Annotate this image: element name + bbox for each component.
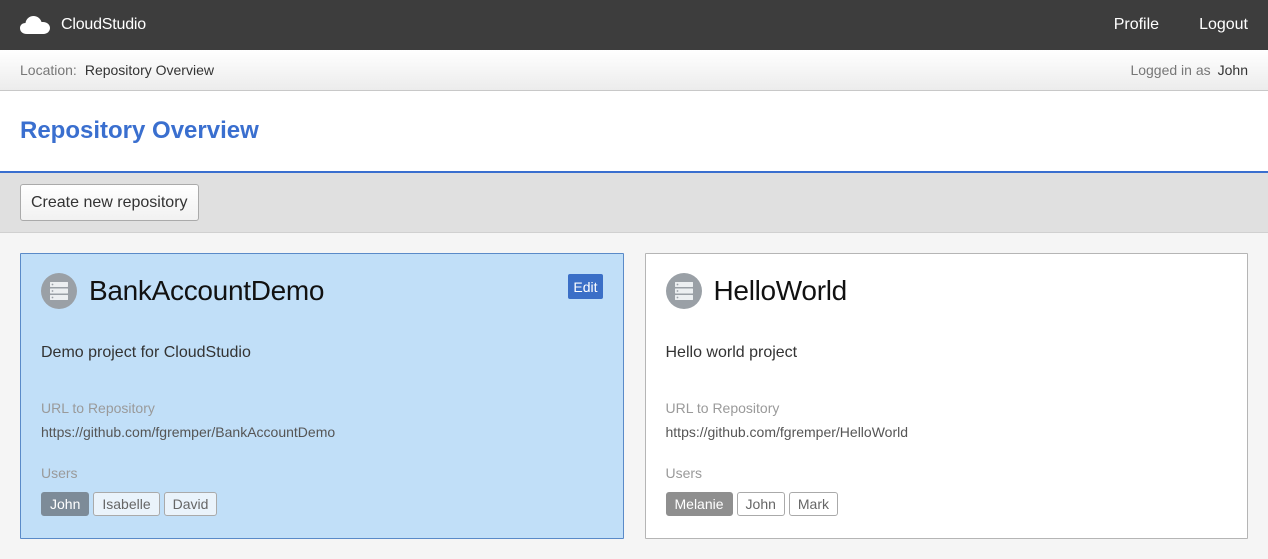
repository-name: BankAccountDemo <box>89 275 325 306</box>
logout-link[interactable]: Logout <box>1199 16 1248 34</box>
login-status: Logged in as John <box>1130 62 1248 78</box>
user-tags: John Isabelle David <box>41 492 603 516</box>
location-label: Location: <box>20 62 77 78</box>
user-tag[interactable]: David <box>163 492 218 516</box>
profile-link[interactable]: Profile <box>1114 16 1159 34</box>
repository-url: https://github.com/fgremper/BankAccountD… <box>41 424 336 440</box>
url-label: URL to Repository <box>665 400 780 416</box>
user-tag[interactable]: Melanie <box>665 492 733 516</box>
toolbar: Create new repository <box>0 173 1268 233</box>
brand-name: CloudStudio <box>61 16 146 33</box>
create-repository-button[interactable]: Create new repository <box>20 184 199 221</box>
user-tag[interactable]: John <box>736 492 785 516</box>
repository-description: Demo project for CloudStudio <box>41 344 251 361</box>
server-icon <box>665 273 702 309</box>
user-tag[interactable]: Isabelle <box>93 492 160 516</box>
page-header: Repository Overview <box>0 91 1268 173</box>
repository-description: Hello world project <box>665 344 798 361</box>
brand[interactable]: CloudStudio <box>20 15 146 35</box>
location-bar: Location: Repository Overview Logged in … <box>0 50 1268 91</box>
user-tag[interactable]: Mark <box>788 492 839 516</box>
url-label: URL to Repository <box>41 400 155 416</box>
repository-card[interactable]: HelloWorld Hello world project URL to Re… <box>644 253 1248 539</box>
server-icon <box>41 273 77 309</box>
user-tag[interactable]: John <box>41 492 90 516</box>
location-value: Repository Overview <box>84 62 214 78</box>
top-navbar: CloudStudio Profile Logout <box>0 0 1268 50</box>
top-nav-links: Profile Logout <box>1114 16 1248 34</box>
cloud-icon <box>20 16 50 34</box>
repository-name: HelloWorld <box>713 275 848 306</box>
edit-button[interactable]: Edit <box>568 274 603 299</box>
repository-url: https://github.com/fgremper/HelloWorld <box>665 424 909 440</box>
repository-card[interactable]: BankAccountDemo Edit Demo project for Cl… <box>20 253 624 539</box>
card-header: BankAccountDemo <box>41 272 603 310</box>
page-title: Repository Overview <box>20 117 259 144</box>
users-label: Users <box>41 465 78 481</box>
card-header: HelloWorld <box>665 272 1228 310</box>
logged-in-user: John <box>1217 62 1248 78</box>
repository-list: BankAccountDemo Edit Demo project for Cl… <box>0 233 1268 539</box>
users-label: Users <box>665 465 703 481</box>
logged-in-label: Logged in as <box>1130 62 1211 78</box>
user-tags: Melanie John Mark <box>665 492 1228 516</box>
